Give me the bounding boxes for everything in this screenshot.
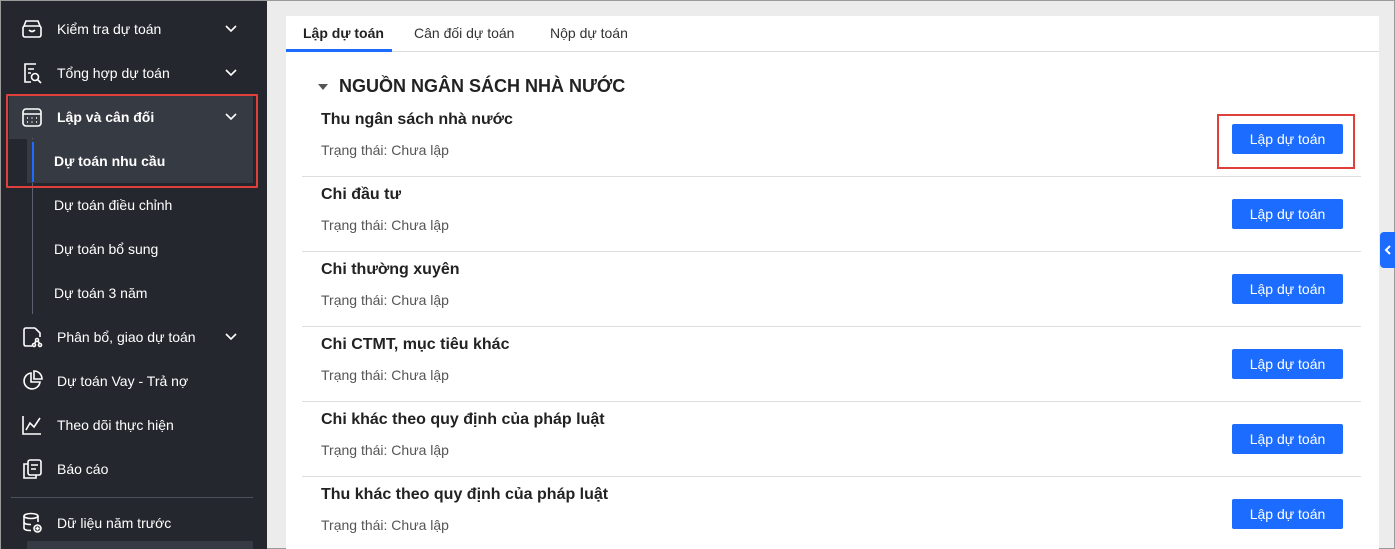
sidebar-subitem-label: Dự toán bổ sung	[54, 241, 159, 257]
row-title: Chi CTMT, mục tiêu khác	[321, 336, 510, 353]
status-value: Chưa lập	[391, 142, 449, 158]
sidebar-subitem-du-toan-bo-sung[interactable]: Dự toán bổ sung	[27, 227, 253, 271]
row-status: Trạng thái: Chưa lập	[321, 142, 449, 158]
sidebar: Kiểm tra dự toán Tổng hợp dự toán Lập và…	[1, 1, 267, 549]
status-value: Chưa lập	[391, 442, 449, 458]
row-title: Chi thường xuyên	[321, 261, 460, 278]
sidebar-item-bao-cao[interactable]: Báo cáo	[1, 447, 263, 491]
sidebar-item-label: Phân bổ, giao dự toán	[57, 329, 196, 345]
status-label: Trạng thái:	[321, 517, 388, 533]
tab-can-doi-du-toan[interactable]: Cân đối dự toán	[414, 25, 514, 41]
section-title: NGUỒN NGÂN SÁCH NHÀ NƯỚC	[339, 76, 626, 96]
row-title: Chi khác theo quy định của pháp luật	[321, 411, 605, 428]
database-icon	[23, 512, 42, 533]
calendar-icon	[22, 108, 42, 127]
status-label: Trạng thái:	[321, 292, 388, 308]
sidebar-subitem-du-toan-nhu-cau[interactable]: Dự toán nhu cầu	[27, 139, 253, 183]
pie-chart-icon	[23, 370, 43, 390]
sidebar-subitem-label: Dự toán điều chỉnh	[54, 197, 173, 213]
chevron-down-icon	[225, 333, 237, 341]
status-value: Chưa lập	[391, 217, 449, 233]
tab-active-indicator	[286, 49, 392, 52]
sidebar-item-lap-va-can-doi[interactable]: Lập và cân đối	[9, 95, 253, 139]
status-label: Trạng thái:	[321, 442, 388, 458]
lap-du-toan-button[interactable]: Lập dự toán	[1232, 424, 1343, 454]
lap-du-toan-button[interactable]: Lập dự toán	[1232, 199, 1343, 229]
list-item: Chi đầu tư Trạng thái: Chưa lập Lập dự t…	[302, 177, 1361, 252]
list-item: Thu ngân sách nhà nước Trạng thái: Chưa …	[302, 102, 1361, 177]
status-label: Trạng thái:	[321, 142, 388, 158]
status-value: Chưa lập	[391, 292, 449, 308]
chevron-left-icon	[1384, 245, 1391, 255]
status-value: Chưa lập	[391, 367, 449, 383]
tab-nop-du-toan[interactable]: Nộp dự toán	[550, 25, 628, 41]
sidebar-item-theo-doi-thuc-hien[interactable]: Theo dõi thực hiện	[1, 403, 263, 447]
basket-icon	[22, 20, 42, 38]
row-status: Trạng thái: Chưa lập	[321, 367, 449, 383]
sidebar-item-kiem-tra-du-toan[interactable]: Kiểm tra dự toán	[1, 7, 263, 51]
submenu-active-indicator	[32, 142, 34, 182]
report-icon	[23, 459, 42, 479]
chevron-down-icon	[225, 25, 237, 33]
row-title: Chi đầu tư	[321, 186, 402, 203]
sidebar-item-label: Báo cáo	[57, 461, 109, 477]
chevron-down-icon	[225, 69, 237, 77]
lap-du-toan-button[interactable]: Lập dự toán	[1232, 499, 1343, 529]
sidebar-item-label: Theo dõi thực hiện	[57, 417, 174, 433]
sidebar-item-label: Dự toán Vay - Trả nợ	[57, 373, 189, 389]
sidebar-item-label: Lập và cân đối	[57, 109, 155, 125]
line-chart-icon	[22, 416, 41, 435]
sidebar-item-du-toan-vay-tra-no[interactable]: Dự toán Vay - Trả nợ	[1, 359, 263, 403]
lap-du-toan-button[interactable]: Lập dự toán	[1232, 274, 1343, 304]
row-title: Thu khác theo quy định của pháp luật	[321, 486, 609, 503]
sidebar-divider	[11, 497, 253, 498]
row-title: Thu ngân sách nhà nước	[321, 111, 513, 128]
sidebar-item-label: Tổng hợp dự toán	[57, 65, 170, 81]
sidebar-subitem-du-toan-3-nam[interactable]: Dự toán 3 năm	[27, 271, 253, 315]
status-label: Trạng thái:	[321, 217, 388, 233]
sidebar-item-label: Dữ liệu năm trước	[57, 515, 172, 531]
sidebar-bottom-item	[27, 541, 253, 549]
sidebar-item-label: Kiểm tra dự toán	[57, 21, 162, 37]
main-panel: Lập dự toán Cân đối dự toán Nộp dự toán …	[286, 16, 1379, 549]
list-item: Chi khác theo quy định của pháp luật Trạ…	[302, 402, 1361, 477]
status-value: Chưa lập	[391, 517, 449, 533]
row-status: Trạng thái: Chưa lập	[321, 442, 449, 458]
status-label: Trạng thái:	[321, 367, 388, 383]
lap-du-toan-button[interactable]: Lập dự toán	[1232, 124, 1343, 154]
chevron-down-icon	[225, 113, 237, 121]
caret-down-icon[interactable]	[318, 84, 328, 90]
sidebar-item-du-lieu-nam-truoc[interactable]: Dữ liệu năm trước	[1, 501, 263, 545]
tab-bar: Lập dự toán Cân đối dự toán Nộp dự toán	[286, 16, 1379, 52]
sidebar-subitem-label: Dự toán 3 năm	[54, 285, 148, 301]
sidebar-subitem-label: Dự toán nhu cầu	[54, 153, 166, 169]
share-document-icon	[23, 327, 43, 348]
lap-du-toan-button[interactable]: Lập dự toán	[1232, 349, 1343, 379]
sidebar-subitem-du-toan-dieu-chinh[interactable]: Dự toán điều chỉnh	[27, 183, 253, 227]
list-item: Chi thường xuyên Trạng thái: Chưa lập Lậ…	[302, 252, 1361, 327]
sidebar-item-phan-bo-giao-du-toan[interactable]: Phân bổ, giao dự toán	[1, 315, 263, 359]
row-status: Trạng thái: Chưa lập	[321, 217, 449, 233]
list-item: Thu khác theo quy định của pháp luật Trạ…	[302, 477, 1361, 549]
document-search-icon	[24, 63, 42, 84]
tab-lap-du-toan[interactable]: Lập dự toán	[303, 25, 384, 41]
row-status: Trạng thái: Chưa lập	[321, 517, 449, 533]
row-status: Trạng thái: Chưa lập	[321, 292, 449, 308]
sidebar-item-tong-hop-du-toan[interactable]: Tổng hợp dự toán	[1, 51, 263, 95]
list-item: Chi CTMT, mục tiêu khác Trạng thái: Chưa…	[302, 327, 1361, 402]
collapse-panel-handle[interactable]	[1380, 232, 1395, 268]
